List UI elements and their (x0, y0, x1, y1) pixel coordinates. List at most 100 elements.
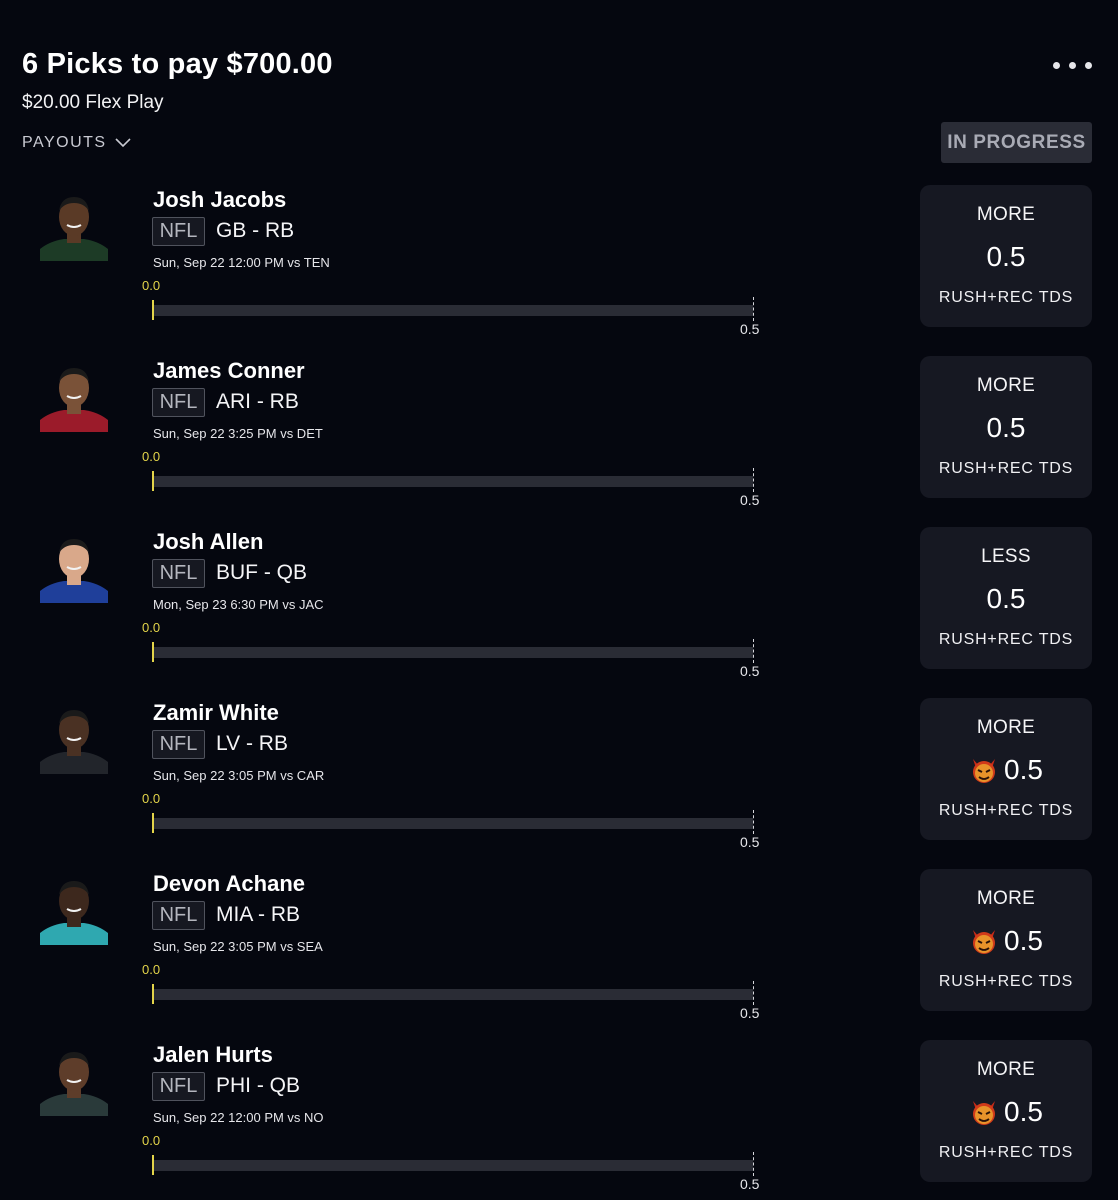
pick-direction: MORE (976, 1059, 1036, 1080)
pick-line-wrap: 0.5 (920, 412, 1092, 444)
progress-target-value: 0.5 (740, 1005, 760, 1021)
team-position: BUF - QB (216, 561, 308, 584)
pick-line-value: 0.5 (986, 583, 1026, 614)
pick-card[interactable]: MORE 0.5 RUSH+REC TDS (920, 356, 1092, 498)
team-position: GB - RB (216, 219, 295, 242)
player-avatar (40, 364, 108, 432)
progress-bar (153, 818, 753, 829)
league-badge: NFL (152, 559, 205, 588)
player-name: Josh Allen (153, 529, 264, 554)
game-info: Sun, Sep 22 3:05 PM vs CAR (153, 768, 325, 783)
progress-target-line (753, 468, 754, 492)
pick-line-value: 0.5 (1004, 754, 1043, 785)
league-badge: NFL (152, 1072, 205, 1101)
pick-line-value: 0.5 (1004, 925, 1043, 956)
game-info: Sun, Sep 22 3:05 PM vs SEA (153, 939, 323, 954)
status-badge: IN PROGRESS (941, 122, 1092, 163)
pick-row: Zamir White NFL LV - RB Sun, Sep 22 3:05… (0, 698, 1118, 869)
pick-card[interactable]: MORE 0.5 RUSH+REC TDS (920, 869, 1092, 1011)
progress-marker (152, 300, 154, 320)
progress-target-value: 0.5 (740, 1176, 760, 1192)
progress-marker (152, 642, 154, 662)
progress-marker (152, 1155, 154, 1175)
chevron-down-icon (115, 138, 131, 148)
player-avatar (40, 1048, 108, 1116)
team-position: MIA - RB (216, 903, 301, 926)
devil-icon (973, 759, 996, 783)
pick-line-value: 0.5 (986, 241, 1026, 272)
pick-card[interactable]: MORE 0.5 RUSH+REC TDS (920, 1040, 1092, 1182)
pick-stat: RUSH+REC TDS (938, 460, 1074, 477)
progress-bar (153, 1160, 753, 1171)
pick-stat: RUSH+REC TDS (938, 973, 1074, 990)
progress-current-value: 0.0 (142, 620, 161, 635)
player-name: Josh Jacobs (153, 187, 287, 212)
pick-stat: RUSH+REC TDS (938, 289, 1074, 306)
game-info: Sun, Sep 22 12:00 PM vs NO (153, 1110, 324, 1125)
pick-line-wrap: 0.5 (920, 583, 1092, 615)
entry-title: 6 Picks to pay $700.00 (22, 48, 333, 80)
devil-icon (973, 1101, 996, 1125)
pick-direction: MORE (976, 375, 1036, 396)
pick-direction: MORE (976, 717, 1036, 738)
progress-current-value: 0.0 (142, 791, 161, 806)
player-avatar (40, 193, 108, 261)
progress-target-value: 0.5 (740, 492, 760, 508)
team-position: ARI - RB (216, 390, 299, 413)
pick-direction: MORE (976, 888, 1036, 909)
progress-target-line (753, 639, 754, 663)
league-badge: NFL (152, 901, 205, 930)
player-name: James Conner (153, 358, 305, 383)
pick-row: Devon Achane NFL MIA - RB Sun, Sep 22 3:… (0, 869, 1118, 1040)
game-info: Mon, Sep 23 6:30 PM vs JAC (153, 597, 324, 612)
team-position: PHI - QB (216, 1074, 301, 1097)
entry-page: 6 Picks to pay $700.00 $20.00 Flex Play … (0, 0, 1118, 1200)
progress-bar (153, 305, 753, 316)
game-info: Sun, Sep 22 3:25 PM vs DET (153, 426, 323, 441)
more-options-button[interactable] (1053, 62, 1092, 69)
pick-stat: RUSH+REC TDS (938, 802, 1074, 819)
progress-current-value: 0.0 (142, 449, 161, 464)
league-badge: NFL (152, 730, 205, 759)
pick-row: Josh Jacobs NFL GB - RB Sun, Sep 22 12:0… (0, 185, 1118, 356)
player-name: Devon Achane (153, 871, 306, 896)
progress-current-value: 0.0 (142, 1133, 161, 1148)
pick-row: Jalen Hurts NFL PHI - QB Sun, Sep 22 12:… (0, 1040, 1118, 1200)
pick-line-wrap: 0.5 (920, 1096, 1092, 1128)
pick-line-wrap: 0.5 (920, 754, 1092, 786)
progress-target-line (753, 810, 754, 834)
pick-row: Josh Allen NFL BUF - QB Mon, Sep 23 6:30… (0, 527, 1118, 698)
pick-card[interactable]: MORE 0.5 RUSH+REC TDS (920, 185, 1092, 327)
player-name: Jalen Hurts (153, 1042, 273, 1067)
player-avatar (40, 877, 108, 945)
pick-line-wrap: 0.5 (920, 925, 1092, 957)
dot-icon (1069, 62, 1076, 69)
dot-icon (1085, 62, 1092, 69)
payouts-label: PAYOUTS (22, 134, 107, 151)
progress-target-line (753, 297, 754, 321)
pick-card[interactable]: MORE 0.5 RUSH+REC TDS (920, 698, 1092, 840)
progress-marker (152, 813, 154, 833)
pick-stat: RUSH+REC TDS (938, 1144, 1074, 1161)
pick-line-value: 0.5 (1004, 1096, 1043, 1127)
progress-target-line (753, 981, 754, 1005)
team-position: LV - RB (216, 732, 288, 755)
pick-card[interactable]: LESS 0.5 RUSH+REC TDS (920, 527, 1092, 669)
game-info: Sun, Sep 22 12:00 PM vs TEN (153, 255, 330, 270)
player-avatar (40, 535, 108, 603)
progress-target-value: 0.5 (740, 321, 760, 337)
pick-line-wrap: 0.5 (920, 241, 1092, 273)
progress-bar (153, 647, 753, 658)
player-avatar (40, 706, 108, 774)
progress-target-value: 0.5 (740, 663, 760, 679)
pick-direction: MORE (976, 204, 1036, 225)
progress-target-line (753, 1152, 754, 1176)
progress-bar (153, 989, 753, 1000)
player-name: Zamir White (153, 700, 279, 725)
payouts-toggle[interactable]: PAYOUTS (22, 134, 131, 152)
pick-row: James Conner NFL ARI - RB Sun, Sep 22 3:… (0, 356, 1118, 527)
dot-icon (1053, 62, 1060, 69)
progress-current-value: 0.0 (142, 962, 161, 977)
progress-current-value: 0.0 (142, 278, 161, 293)
entry-subtitle: $20.00 Flex Play (22, 92, 164, 113)
